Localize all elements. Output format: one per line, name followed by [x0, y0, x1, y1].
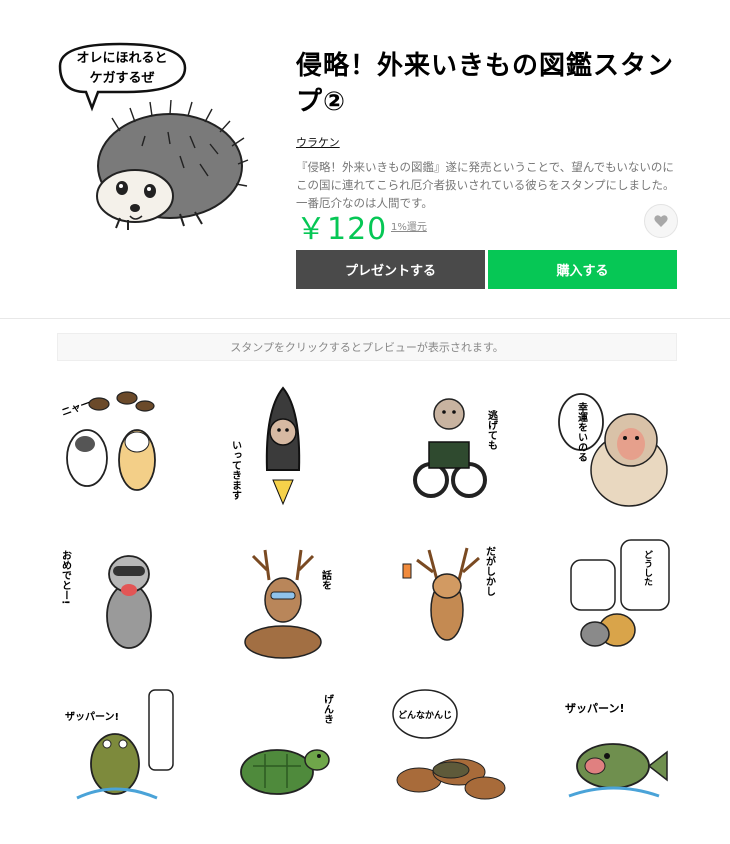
sticker-raccoon-text: おめでとー! — [60, 550, 72, 605]
product-info: 侵略！外来いきもの図鑑スタンプ② ウラケン 『侵略！外来いきもの図鑑』遂に発売と… — [296, 48, 680, 212]
sticker-toad-leaves[interactable]: どんなかんじ — [389, 680, 509, 810]
sticker-dialog-text: どうした — [642, 549, 653, 587]
sticker-fish-splash[interactable]: ザッパーン! — [555, 680, 675, 810]
sticker-turtle-text: げんき — [322, 693, 334, 724]
sticker-frog-text: ザッパーン! — [65, 711, 119, 723]
sticker-luck-text: 幸運をいのる — [576, 401, 588, 462]
price: ￥120 — [296, 212, 388, 247]
sticker-cats-nyaa[interactable]: ニャー — [57, 380, 177, 510]
favorite-button[interactable] — [644, 204, 678, 238]
sticker-bike-monkey[interactable]: 逃げても — [389, 380, 509, 510]
heart-icon — [654, 215, 668, 227]
sticker-cats-text: ニャー — [60, 398, 92, 419]
sticker-bike-text: 逃げても — [486, 409, 498, 450]
sticker-fish-text: ザッパーン! — [565, 702, 624, 715]
main-sticker-line1: オレにほれると — [76, 51, 167, 66]
product-title: 侵略！外来いきもの図鑑スタンプ② — [296, 51, 675, 117]
main-sticker-line2: ケガするぜ — [89, 71, 154, 86]
rebate-link[interactable]: 1%還元 — [391, 218, 427, 233]
sticker-raccoon[interactable]: おめでとー! — [57, 530, 177, 660]
preview-hint: スタンプをクリックするとプレビューが表示されます。 — [57, 333, 677, 361]
sticker-deer-talk[interactable]: 話を — [223, 530, 343, 660]
sticker-however-text: だがしかし — [484, 546, 496, 597]
sticker-monkey-luck[interactable]: 幸運をいのる — [555, 380, 675, 510]
sticker-rocket-monkey[interactable]: いってきます — [223, 380, 343, 510]
price-row: ￥120 1%還元 — [296, 204, 680, 247]
section-divider — [0, 318, 730, 319]
sticker-deer-however[interactable]: だがしかし — [389, 530, 509, 660]
sticker-turtle[interactable]: げんき — [223, 680, 343, 810]
sticker-monkeys-dialog[interactable]: どうした — [555, 530, 675, 660]
present-button[interactable]: プレゼントする — [296, 250, 485, 289]
buy-button[interactable]: 購入する — [488, 250, 677, 289]
author-link[interactable]: ウラケン — [296, 134, 340, 150]
sticker-toad-text: どんなかんじ — [398, 709, 452, 721]
sticker-grid: ニャー いってきます 逃げても 幸運をいのる おめでとー! 話を だがしかし ど… — [57, 380, 677, 820]
main-sticker-image: オレにほれると ケガするぜ — [50, 36, 250, 236]
sticker-deer-text: 話を — [320, 569, 332, 590]
sticker-rocket-text: いってきます — [230, 440, 242, 500]
sticker-frog-splash[interactable]: ザッパーン! — [57, 680, 177, 810]
